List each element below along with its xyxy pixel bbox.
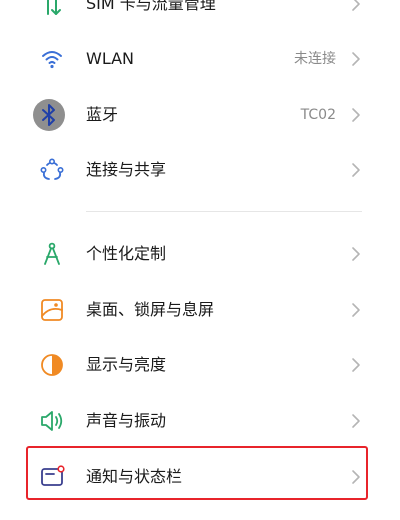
chevron-right-icon bbox=[348, 107, 364, 123]
chevron-right-icon bbox=[348, 0, 364, 12]
chevron-right-icon bbox=[348, 162, 364, 178]
settings-item-label: 声音与振动 bbox=[86, 411, 167, 430]
bluetooth-icon bbox=[32, 98, 66, 132]
personalization-icon bbox=[38, 240, 66, 268]
settings-item-personalization[interactable]: 个性化定制 bbox=[0, 226, 400, 282]
wifi-icon bbox=[38, 45, 66, 73]
settings-item-label: 显示与亮度 bbox=[86, 355, 167, 374]
display-brightness-icon bbox=[38, 351, 66, 379]
wlan-status: 未连接 bbox=[294, 51, 336, 67]
connection-share-icon bbox=[38, 156, 66, 184]
desktop-lockscreen-icon bbox=[38, 296, 66, 324]
section-divider bbox=[86, 211, 362, 212]
settings-item-label: 蓝牙 bbox=[86, 105, 119, 124]
chevron-right-icon bbox=[348, 413, 364, 429]
settings-item-label: WLAN bbox=[86, 49, 135, 68]
chevron-right-icon bbox=[348, 357, 364, 373]
settings-item-sound-vibration[interactable]: 声音与振动 bbox=[0, 393, 400, 449]
chevron-right-icon bbox=[348, 246, 364, 262]
settings-item-wlan[interactable]: WLAN 未连接 bbox=[0, 31, 400, 87]
settings-item-connection-share[interactable]: 连接与共享 bbox=[0, 142, 400, 198]
settings-item-label: SIM 卡与流量管理 bbox=[86, 0, 216, 13]
chevron-right-icon bbox=[348, 302, 364, 318]
settings-screen: SIM 卡与流量管理 WLAN 未连接 蓝牙 TC02 连接与共享 个性化定制 … bbox=[0, 0, 400, 520]
bluetooth-device: TC02 bbox=[300, 107, 336, 123]
settings-item-label: 桌面、锁屏与息屏 bbox=[86, 300, 215, 319]
settings-item-desktop-lockscreen[interactable]: 桌面、锁屏与息屏 bbox=[0, 282, 400, 338]
sound-vibration-icon bbox=[38, 407, 66, 435]
settings-item-label: 个性化定制 bbox=[86, 244, 167, 263]
settings-item-bluetooth[interactable]: 蓝牙 TC02 bbox=[0, 87, 400, 143]
settings-item-display-brightness[interactable]: 显示与亮度 bbox=[0, 337, 400, 393]
settings-item-sim[interactable]: SIM 卡与流量管理 bbox=[0, 0, 400, 32]
chevron-right-icon bbox=[348, 51, 364, 67]
settings-item-label: 连接与共享 bbox=[86, 160, 167, 179]
highlight-box bbox=[26, 446, 368, 500]
sim-traffic-icon bbox=[38, 0, 66, 18]
